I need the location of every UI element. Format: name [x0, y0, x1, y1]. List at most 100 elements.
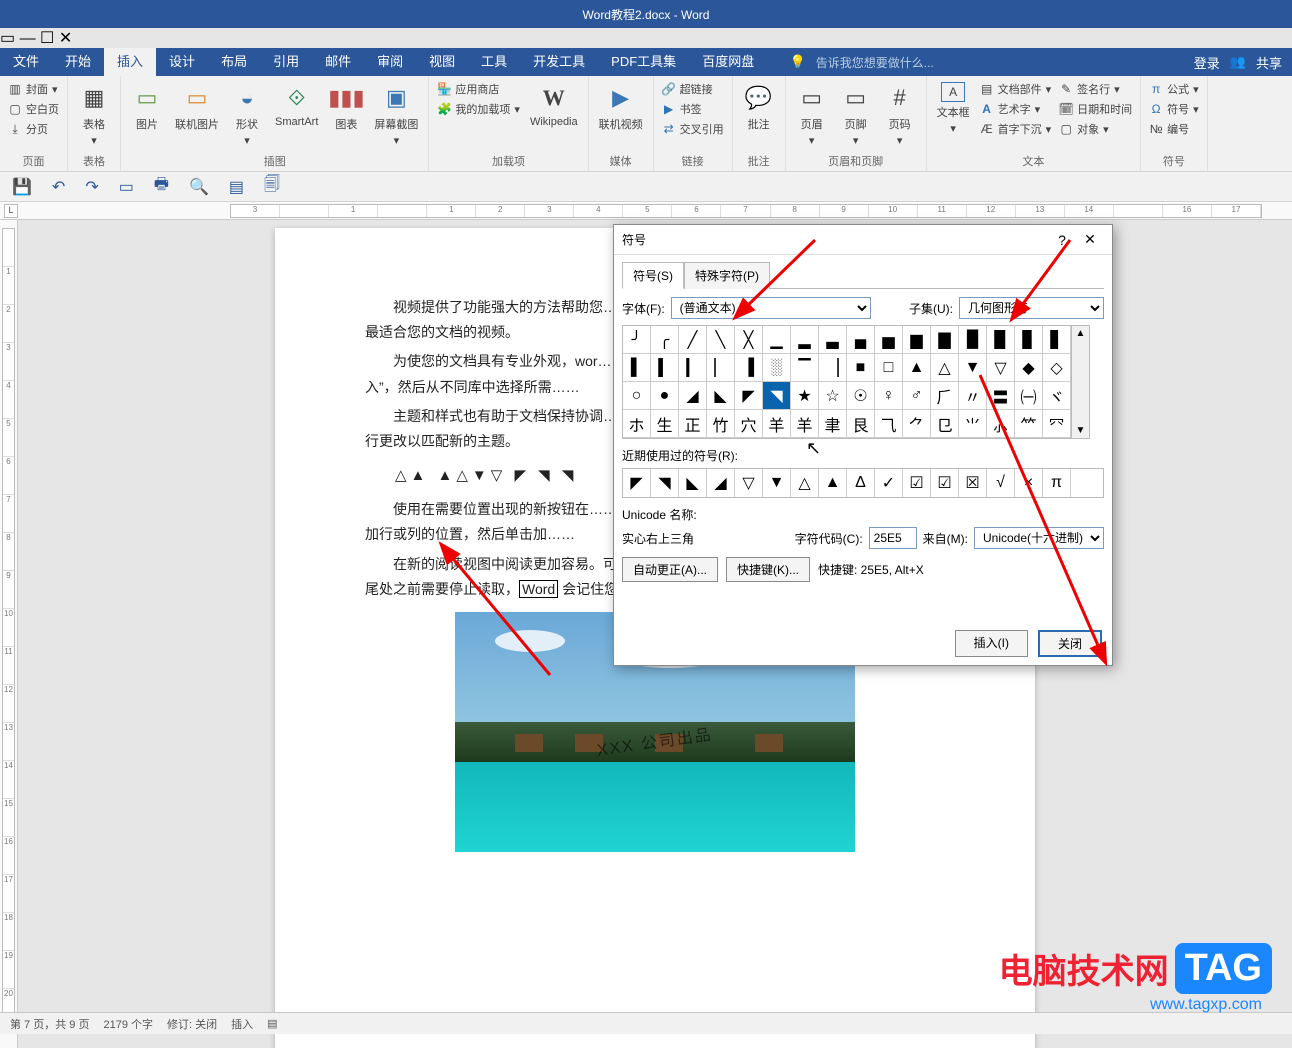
recent-symbol-cell[interactable]: ◣ [679, 469, 707, 497]
hyperlink-button[interactable]: 🔗超链接 [660, 80, 726, 98]
symbol-cell[interactable]: ☆ [819, 382, 847, 410]
symbol-cell[interactable]: 〓 [987, 382, 1015, 410]
symbol-cell[interactable]: △ [931, 354, 959, 382]
table-button[interactable]: ▦表格 ▾ [74, 80, 114, 151]
dialog-tab-symbols[interactable]: 符号(S) [622, 262, 684, 289]
scroll-up-icon[interactable]: ▲ [1076, 328, 1086, 339]
tab-insert[interactable]: 插入 [104, 48, 156, 76]
symbol-cell[interactable]: ▍ [651, 354, 679, 382]
tab-references[interactable]: 引用 [260, 48, 312, 76]
symbol-cell[interactable]: ▌ [623, 354, 651, 382]
symbol-cell[interactable]: ▆ [903, 326, 931, 354]
grid-scrollbar[interactable]: ▲▼ [1072, 325, 1090, 439]
symbol-cell[interactable]: ▲ [903, 354, 931, 382]
qat-icon-6[interactable]: 🔍 [189, 177, 209, 197]
symbol-cell[interactable]: ▊ [1015, 326, 1043, 354]
symbol-cell[interactable]: ⺗ [987, 410, 1015, 438]
symbol-cell[interactable]: 聿 [819, 410, 847, 438]
minimize-icon[interactable]: — [20, 30, 36, 47]
recent-symbol-cell[interactable]: ▽ [735, 469, 763, 497]
symbol-cell[interactable]: ▔ [791, 354, 819, 382]
close-button[interactable]: 关闭 [1038, 630, 1102, 657]
status-track[interactable]: 修订: 关闭 [167, 1016, 217, 1032]
symbol-button[interactable]: Ω符号 ▾ [1147, 100, 1201, 118]
smartart-button[interactable]: ⟐SmartArt [271, 80, 322, 151]
symbol-cell[interactable]: ▋ [1043, 326, 1071, 354]
symbol-cell[interactable]: 竹 [707, 410, 735, 438]
date-time-button[interactable]: 🗓日期和时间 [1057, 100, 1134, 118]
page-break-button[interactable]: ⤓分页 [6, 120, 61, 138]
symbol-cell[interactable]: ◣ [707, 382, 735, 410]
status-mode[interactable]: 插入 [231, 1016, 253, 1032]
vertical-ruler[interactable]: 1234567891011121314151617181920 [0, 220, 18, 1048]
recent-symbol-cell[interactable]: △ [791, 469, 819, 497]
recent-symbol-cell[interactable]: ◤ [623, 469, 651, 497]
symbol-cell[interactable]: 艮 [847, 410, 875, 438]
footer-button[interactable]: ▭页脚 ▾ [836, 80, 876, 151]
maximize-icon[interactable]: ☐ [40, 30, 54, 47]
chart-button[interactable]: ▮▮▮图表 [326, 80, 366, 151]
symbol-cell[interactable]: █ [959, 326, 987, 354]
status-page[interactable]: 第 7 页，共 9 页 [10, 1016, 89, 1032]
tab-layout[interactable]: 布局 [208, 48, 260, 76]
recent-symbol-cell[interactable]: Δ [847, 469, 875, 497]
symbol-cell[interactable]: ⺮ [1015, 410, 1043, 438]
symbol-cell[interactable]: 〃 [959, 382, 987, 410]
symbol-cell[interactable]: ▏ [707, 354, 735, 382]
ribbon-display-options-icon[interactable]: ▭ [0, 30, 15, 47]
symbol-cell[interactable]: 穴 [735, 410, 763, 438]
symbol-cell[interactable]: ■ [847, 354, 875, 382]
symbol-cell[interactable]: ヾ [1043, 382, 1071, 410]
symbol-cell[interactable]: ▕ [819, 354, 847, 382]
tab-baidu[interactable]: 百度网盘 [689, 48, 767, 76]
recent-symbol-cell[interactable]: ☒ [959, 469, 987, 497]
drop-cap-button[interactable]: Æ首字下沉 ▾ [978, 120, 1054, 138]
recent-symbol-cell[interactable]: ◢ [707, 469, 735, 497]
symbol-cell[interactable]: ◤ [735, 382, 763, 410]
my-addins-button[interactable]: 🧩我的加载项 ▾ [435, 100, 522, 118]
symbol-cell[interactable]: ▽ [987, 354, 1015, 382]
shortcut-key-button[interactable]: 快捷键(K)... [726, 557, 810, 582]
symbol-cell[interactable]: ⺳ [1043, 410, 1071, 438]
wordart-button[interactable]: A艺术字 ▾ [978, 100, 1054, 118]
undo-icon[interactable]: ↶ [52, 177, 65, 197]
signature-line-button[interactable]: ✎签名行 ▾ [1057, 80, 1134, 98]
insert-button[interactable]: 插入(I) [955, 630, 1028, 657]
blank-page-button[interactable]: ▢空白页 [6, 100, 61, 118]
symbol-cell[interactable]: ホ [623, 410, 651, 438]
online-pictures-button[interactable]: ▭联机图片 [171, 80, 223, 151]
symbol-cell[interactable]: ▃ [819, 326, 847, 354]
status-extra-icon[interactable]: ▤ [267, 1017, 277, 1030]
text-box-button[interactable]: A文本框 ▾ [933, 80, 974, 151]
symbol-cell[interactable]: ◆ [1015, 354, 1043, 382]
symbol-cell[interactable]: ◇ [1043, 354, 1071, 382]
tab-design[interactable]: 设计 [156, 48, 208, 76]
recent-symbols[interactable]: ◤◥◣◢▽▼△▲Δ✓☑☑☒√×π [622, 468, 1104, 498]
qat-icon-8[interactable]: 🗐 [264, 173, 280, 200]
redo-icon[interactable]: ↷ [85, 177, 98, 197]
qat-icon-7[interactable]: ▤ [229, 177, 244, 197]
symbol-cell[interactable]: ▎ [679, 354, 707, 382]
tab-mailings[interactable]: 邮件 [312, 48, 364, 76]
help-icon[interactable]: ? [1048, 232, 1076, 248]
scroll-down-icon[interactable]: ▼ [1076, 425, 1086, 436]
close-window-icon[interactable]: ✕ [59, 30, 72, 47]
from-select[interactable]: Unicode(十六进制) [974, 527, 1104, 549]
tab-file[interactable]: 文件 [0, 48, 52, 76]
recent-symbol-cell[interactable]: ☑ [931, 469, 959, 497]
header-button[interactable]: ▭页眉 ▾ [792, 80, 832, 151]
symbol-cell[interactable]: ♀ [875, 382, 903, 410]
tab-home[interactable]: 开始 [52, 48, 104, 76]
symbol-cell[interactable]: ⺌ [959, 410, 987, 438]
subset-select[interactable]: 几何图形符 [959, 297, 1104, 319]
symbol-cell[interactable]: ▄ [847, 326, 875, 354]
screenshot-button[interactable]: ▣屏幕截图 ▾ [370, 80, 422, 151]
recent-symbol-cell[interactable]: ▼ [763, 469, 791, 497]
wikipedia-button[interactable]: WWikipedia [526, 80, 582, 151]
symbol-cell[interactable]: ▉ [987, 326, 1015, 354]
object-button[interactable]: ▢对象 ▾ [1057, 120, 1134, 138]
recent-symbol-cell[interactable]: π [1043, 469, 1071, 497]
symbol-cell[interactable]: ▂ [791, 326, 819, 354]
symbol-cell[interactable]: ╱ [679, 326, 707, 354]
tellme-input[interactable]: 告诉我您想要做什么... [816, 54, 934, 71]
